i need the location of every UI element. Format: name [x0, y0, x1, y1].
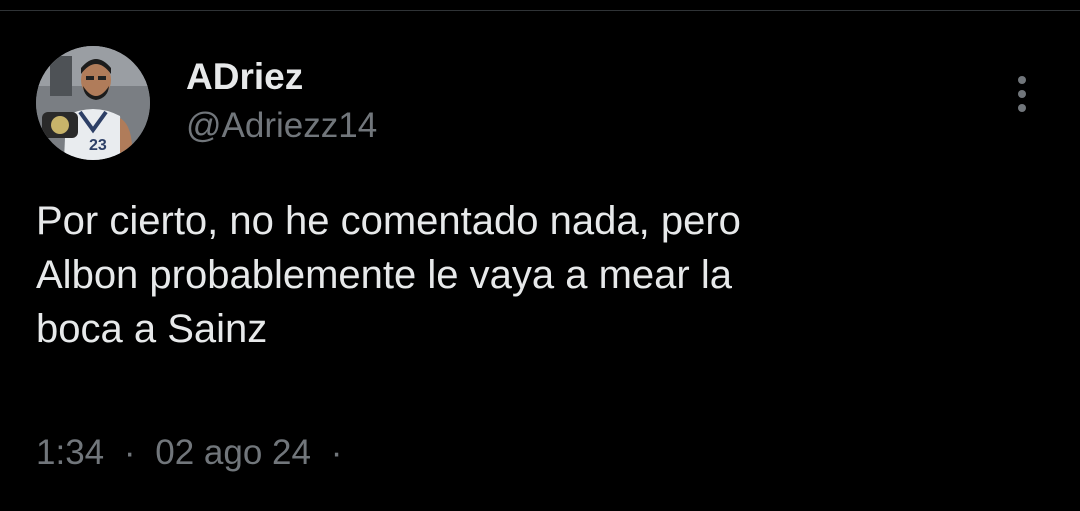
tweet-time[interactable]: 1:34 [36, 433, 104, 472]
tweet-metadata: 1:34 · 02 ago 24 · [36, 433, 342, 473]
tweet-text: Por cierto, no he comentado nada, pero A… [36, 194, 1036, 356]
more-options-icon[interactable] [1008, 72, 1036, 116]
tweet-card: 23 ADriez @Adriezz14 Por cierto, no he c… [0, 0, 1080, 511]
author-display-name[interactable]: ADriez [186, 56, 303, 98]
meta-separator: · [123, 433, 136, 472]
more-dot [1018, 90, 1026, 98]
author-handle[interactable]: @Adriezz14 [186, 106, 377, 146]
svg-text:23: 23 [89, 137, 107, 154]
more-dot [1018, 104, 1026, 112]
tweet-text-line: boca a Sainz [36, 307, 268, 351]
tweet-text-line: Por cierto, no he comentado nada, pero [36, 199, 741, 243]
avatar[interactable]: 23 [36, 46, 150, 160]
tweet-date[interactable]: 02 ago 24 [155, 433, 311, 472]
tweet-text-line: Albon probablemente le vaya a mear la [36, 253, 732, 297]
meta-separator: · [330, 433, 343, 472]
avatar-photo-icon: 23 [36, 46, 150, 160]
more-dot [1018, 76, 1026, 84]
top-divider [0, 10, 1080, 11]
